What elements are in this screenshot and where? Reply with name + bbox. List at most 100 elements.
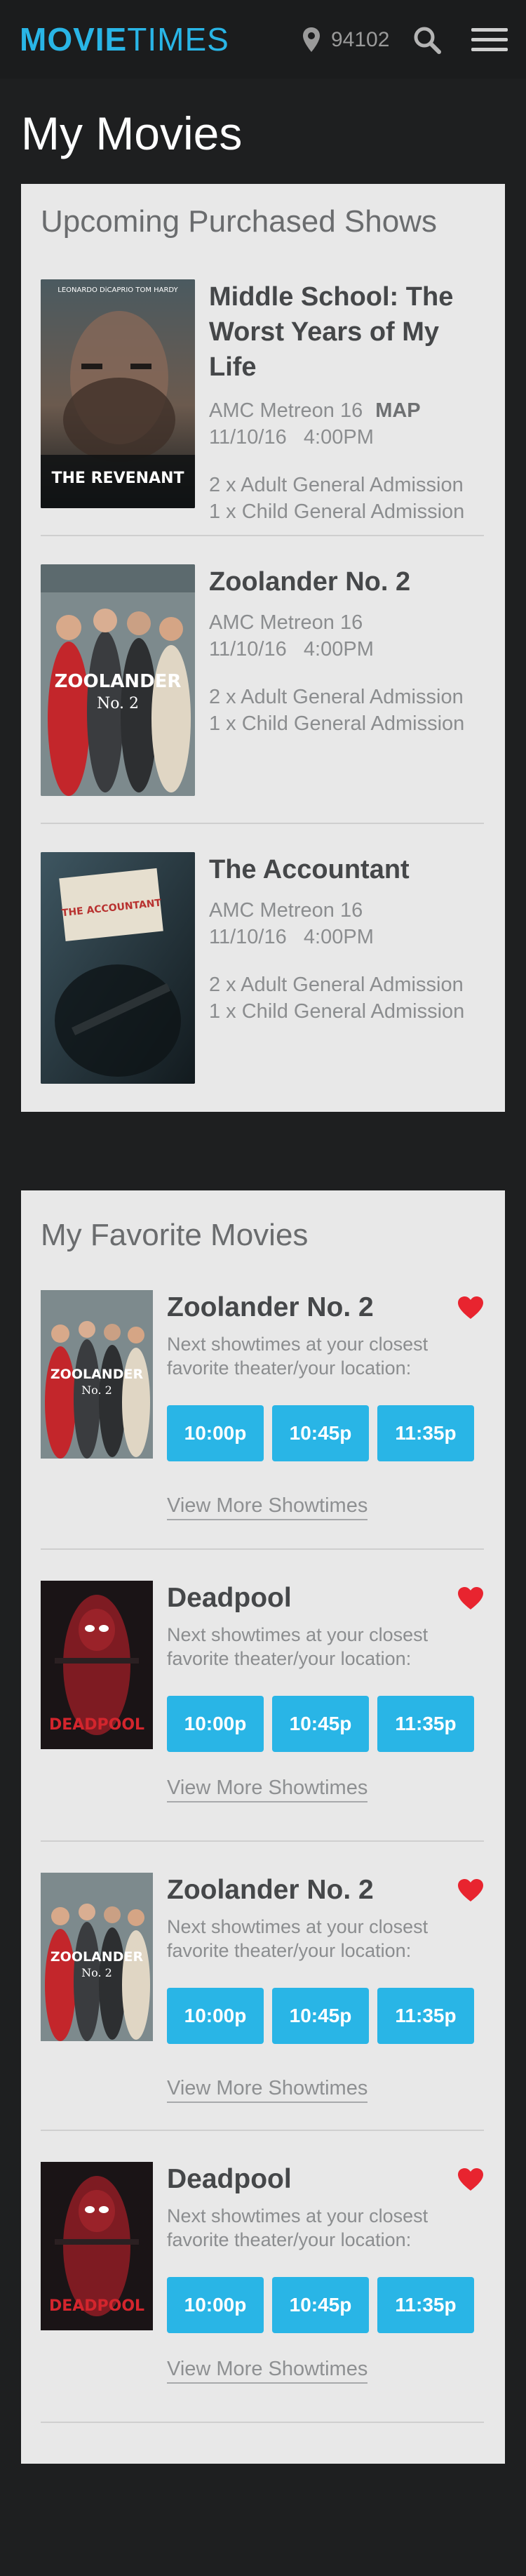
divider: [41, 1840, 484, 1842]
ticket-line: 2 x Adult General Admission: [209, 974, 464, 996]
purchased-show-item[interactable]: THE ACCOUNTANT The Accountant AMC Metreo…: [41, 852, 484, 1084]
poster-title-text: DEADPOOL: [49, 2297, 144, 2315]
showtime-button[interactable]: 11:35p: [377, 1405, 474, 1461]
favorite-movie-title[interactable]: Deadpool: [167, 1581, 292, 1616]
show-theater-row: AMC Metreon 16 MAP: [209, 397, 490, 424]
showtime-button[interactable]: 10:00p: [167, 1988, 264, 2044]
view-more-showtimes-link[interactable]: View More Showtimes: [167, 2075, 368, 2103]
logo-bold-text: MOVIE: [20, 21, 128, 58]
poster-title-text: ZOOLANDER: [55, 671, 182, 692]
showtime-button[interactable]: 10:00p: [167, 1696, 264, 1752]
favorite-movie-item: DEADPOOL Deadpool Next showtimes at your…: [41, 1581, 484, 1819]
show-movie-title[interactable]: The Accountant: [209, 852, 490, 887]
showtimes-description: Next showtimes at your closest favorite …: [167, 1334, 429, 1379]
favorite-movie-title[interactable]: Deadpool: [167, 2162, 292, 2197]
ticket-line: 2 x Adult General Admission: [209, 474, 464, 496]
show-datetime: 11/10/16 4:00PM: [209, 424, 490, 451]
showtime-button[interactable]: 11:35p: [377, 2277, 474, 2333]
poster-sub-text: No. 2: [81, 1966, 112, 1979]
showtime-button[interactable]: 10:00p: [167, 1405, 264, 1461]
search-icon[interactable]: [412, 25, 442, 55]
show-datetime: 11/10/16 4:00PM: [209, 924, 490, 950]
show-theater: AMC Metreon 16: [209, 611, 363, 634]
movie-poster[interactable]: ZOOLANDER No. 2: [41, 1873, 153, 2041]
show-info: Zoolander No. 2 AMC Metreon 16 11/10/16 …: [209, 564, 490, 737]
purchased-show-item[interactable]: ZOOLANDER No. 2 Zoolander No. 2 AMC Metr…: [41, 564, 484, 796]
heart-icon[interactable]: [457, 1296, 484, 1320]
purchased-shows-title: Upcoming Purchased Shows: [41, 204, 437, 239]
showtime-button[interactable]: 11:35p: [377, 1988, 474, 2044]
heart-icon[interactable]: [457, 2167, 484, 2191]
divider: [41, 535, 484, 536]
app-header: MOVIETIMES 94102: [0, 0, 526, 79]
favorite-movie-item: ZOOLANDER No. 2 Zoolander No. 2 Next sho…: [41, 1873, 484, 2111]
heart-icon[interactable]: [457, 1878, 484, 1902]
show-movie-title[interactable]: Zoolander No. 2: [209, 564, 490, 599]
showtimes-description: Next showtimes at your closest favorite …: [167, 1916, 429, 1961]
heart-icon[interactable]: [457, 1586, 484, 1610]
show-time: 4:00PM: [303, 926, 374, 948]
showtime-button[interactable]: 11:35p: [377, 1696, 474, 1752]
showtime-button[interactable]: 10:45p: [272, 1988, 369, 2044]
showtime-buttons: 10:00p 10:45p 11:35p: [167, 2277, 476, 2333]
showtime-button[interactable]: 10:00p: [167, 2277, 264, 2333]
purchased-show-item[interactable]: LEONARDO DiCAPRIO TOM HARDY THE REVENANT…: [41, 279, 484, 523]
show-tickets: 2 x Adult General Admission 1 x Child Ge…: [209, 971, 490, 1025]
poster-sub-text: No. 2: [81, 1383, 112, 1397]
show-theater: AMC Metreon 16: [209, 399, 363, 422]
favorite-movies-card: My Favorite Movies ZOOLANDER No. 2 Zoola…: [21, 1190, 505, 2464]
showtime-button[interactable]: 10:45p: [272, 1696, 369, 1752]
app-logo[interactable]: MOVIETIMES: [20, 21, 229, 58]
zip-code[interactable]: 94102: [331, 27, 389, 53]
divider: [41, 2422, 484, 2423]
show-date: 11/10/16: [209, 638, 287, 660]
showtime-button[interactable]: 10:45p: [272, 2277, 369, 2333]
ticket-line: 2 x Adult General Admission: [209, 686, 464, 708]
location-pin-icon[interactable]: [302, 27, 321, 53]
hamburger-menu-icon[interactable]: [471, 28, 508, 53]
view-more-showtimes-link[interactable]: View More Showtimes: [167, 1492, 368, 1520]
movie-poster[interactable]: DEADPOOL: [41, 1581, 153, 1749]
poster-top-text: LEONARDO DiCAPRIO TOM HARDY: [58, 286, 178, 294]
show-tickets: 2 x Adult General Admission 1 x Child Ge…: [209, 472, 490, 525]
purchased-shows-card: Upcoming Purchased Shows LEONARDO DiCAPR: [21, 184, 505, 1112]
movie-poster[interactable]: DEADPOOL: [41, 2162, 153, 2330]
view-more-showtimes-link[interactable]: View More Showtimes: [167, 2356, 368, 2384]
divider: [41, 2130, 484, 2131]
show-theater: AMC Metreon 16: [209, 899, 363, 922]
divider: [41, 1548, 484, 1550]
favorite-movies-title: My Favorite Movies: [41, 1218, 309, 1252]
poster-title-text: THE REVENANT: [52, 470, 184, 487]
poster-sub-text: No. 2: [97, 695, 139, 712]
show-date: 11/10/16: [209, 426, 287, 449]
favorite-movie-title[interactable]: Zoolander No. 2: [167, 1290, 374, 1325]
logo-thin-text: TIMES: [127, 21, 229, 58]
show-tickets: 2 x Adult General Admission 1 x Child Ge…: [209, 684, 490, 737]
poster-title-text: ZOOLANDER: [50, 1949, 144, 1965]
favorite-movie-title[interactable]: Zoolander No. 2: [167, 1873, 374, 1908]
ticket-line: 1 x Child General Admission: [209, 500, 465, 523]
showtime-button[interactable]: 10:45p: [272, 1405, 369, 1461]
view-more-showtimes-link[interactable]: View More Showtimes: [167, 1774, 368, 1802]
movie-poster[interactable]: ZOOLANDER No. 2: [41, 564, 195, 796]
show-time: 4:00PM: [303, 638, 374, 660]
movie-poster[interactable]: LEONARDO DiCAPRIO TOM HARDY THE REVENANT: [41, 279, 195, 508]
page-title: My Movies: [21, 107, 243, 159]
favorite-movie-item: ZOOLANDER No. 2 Zoolander No. 2 Next sho…: [41, 1290, 484, 1529]
movie-poster[interactable]: ZOOLANDER No. 2: [41, 1290, 153, 1459]
showtime-buttons: 10:00p 10:45p 11:35p: [167, 1405, 476, 1461]
movie-poster[interactable]: THE ACCOUNTANT: [41, 852, 195, 1084]
favorite-movie-item: DEADPOOL Deadpool Next showtimes at your…: [41, 2162, 484, 2401]
poster-title-text: ZOOLANDER: [50, 1367, 144, 1382]
show-date: 11/10/16: [209, 926, 287, 948]
ticket-line: 1 x Child General Admission: [209, 712, 465, 735]
show-info: Middle School: The Worst Years of My Lif…: [209, 279, 490, 525]
map-link[interactable]: MAP: [375, 399, 420, 422]
ticket-line: 1 x Child General Admission: [209, 1000, 465, 1023]
show-time: 4:00PM: [303, 426, 374, 449]
showtime-buttons: 10:00p 10:45p 11:35p: [167, 1988, 476, 2044]
showtime-buttons: 10:00p 10:45p 11:35p: [167, 1696, 476, 1752]
poster-title-text: DEADPOOL: [49, 1716, 144, 1734]
divider: [41, 823, 484, 824]
show-movie-title[interactable]: Middle School: The Worst Years of My Lif…: [209, 279, 490, 385]
